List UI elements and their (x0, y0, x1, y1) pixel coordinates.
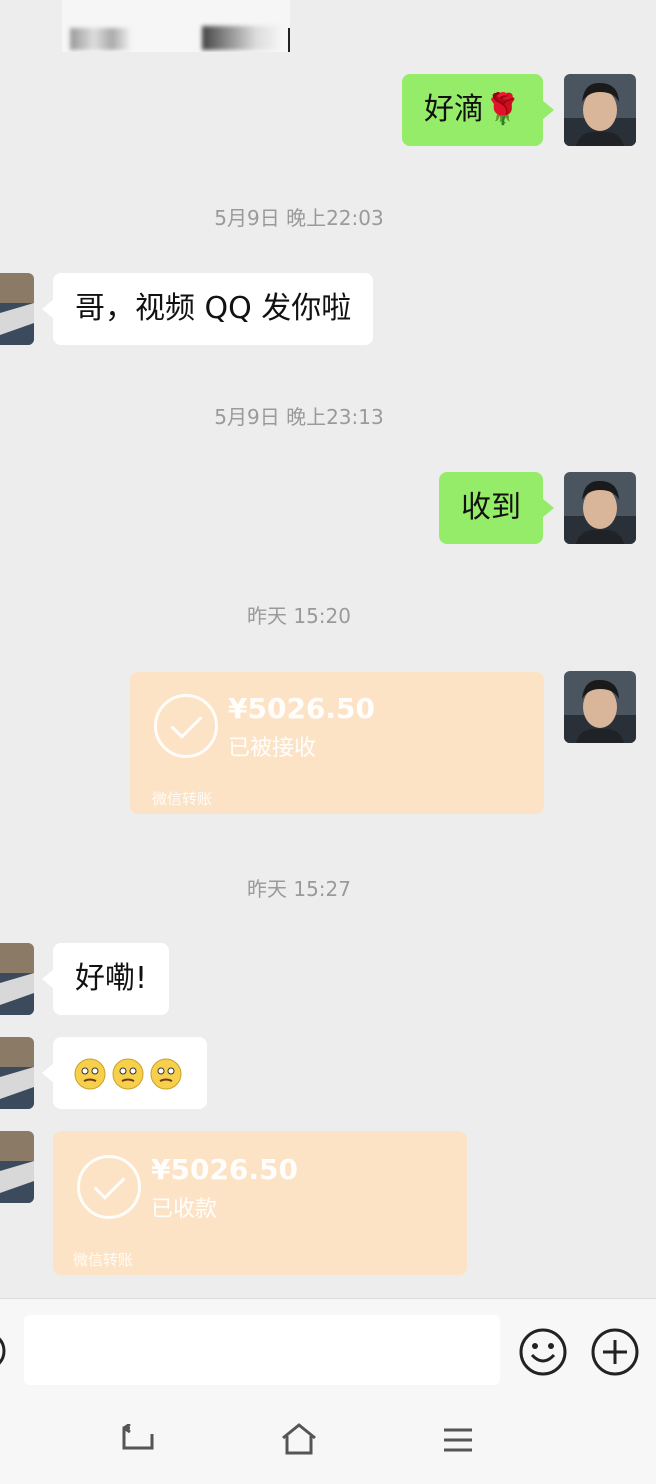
transfer-status: 已被接收 (228, 736, 317, 761)
transfer-card-sent[interactable]: ¥5026.50 已被接收 微信转账 (130, 672, 544, 814)
smirk-emoji-icon (74, 1058, 106, 1089)
transfer-amount: ¥5026.50 (151, 1153, 299, 1186)
menu-icon[interactable] (442, 1426, 474, 1454)
transfer-amount: ¥5026.50 (228, 692, 376, 725)
message-text: 好嘞! (75, 961, 148, 996)
received-message-bubble[interactable]: 好嘞! (41, 943, 170, 1015)
timestamp: 昨天 15:20 (247, 604, 351, 628)
message-input[interactable] (24, 1315, 500, 1385)
timestamp: 昨天 15:27 (247, 877, 351, 901)
transfer-card-received[interactable]: ¥5026.50 已收款 微信转账 (53, 1131, 467, 1275)
transfer-label: 微信转账 (152, 790, 213, 808)
transfer-label: 微信转账 (73, 1251, 134, 1269)
smirk-emoji-icon (112, 1058, 144, 1089)
contact-avatar[interactable] (0, 1131, 34, 1203)
plus-icon[interactable] (590, 1327, 640, 1377)
my-avatar[interactable] (564, 671, 636, 743)
contact-avatar[interactable] (0, 943, 34, 1015)
transfer-status: 已收款 (151, 1197, 218, 1222)
my-avatar[interactable] (564, 472, 636, 544)
received-message-bubble[interactable]: 哥，视频 QQ 发你啦 (41, 273, 374, 345)
home-icon[interactable] (280, 1422, 318, 1456)
contact-avatar[interactable] (0, 273, 34, 345)
sent-message-bubble[interactable]: 好滴🌹 (402, 74, 555, 146)
message-text: 收到 (461, 490, 521, 525)
timestamp: 5月9日 晚上22:03 (214, 206, 384, 230)
message-text: 好滴🌹 (424, 92, 522, 127)
system-nav-bar (0, 1398, 656, 1484)
my-avatar[interactable] (564, 74, 636, 146)
emoji-icon[interactable] (518, 1327, 568, 1377)
voice-icon[interactable] (0, 1329, 8, 1373)
timestamp: 5月9日 晚上23:13 (214, 405, 384, 429)
message-text: 哥，视频 QQ 发你啦 (75, 291, 352, 326)
received-emoji-bubble[interactable] (42, 1037, 207, 1109)
input-bar (0, 1298, 656, 1399)
smirk-emoji-icon (150, 1058, 182, 1089)
shared-image-partial[interactable] (62, 0, 290, 52)
contact-avatar[interactable] (0, 1037, 34, 1109)
back-icon[interactable] (122, 1424, 156, 1454)
sent-message-bubble[interactable]: 收到 (439, 472, 554, 544)
